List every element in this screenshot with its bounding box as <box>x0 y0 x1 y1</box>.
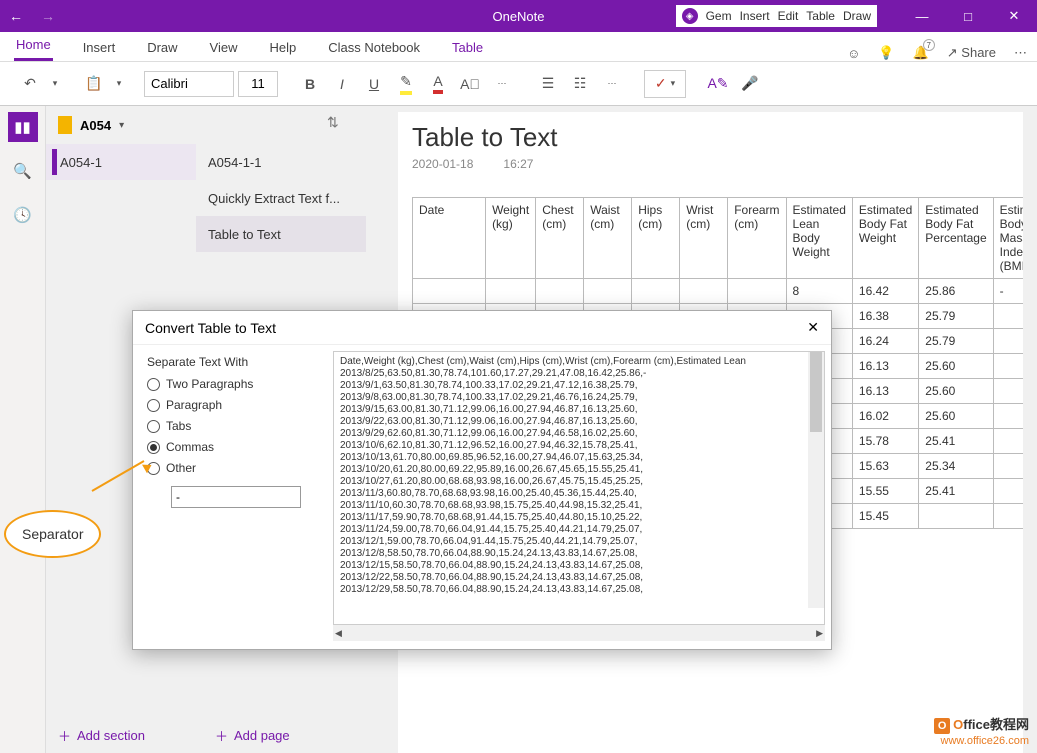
back-button[interactable]: ← <box>0 0 32 32</box>
recent-button[interactable]: 🕓 <box>8 200 38 230</box>
convert-table-dialog: Convert Table to Text ✕ Separate Text Wi… <box>132 310 832 650</box>
italic-button[interactable]: I <box>328 70 356 98</box>
close-button[interactable]: ✕ <box>991 0 1037 32</box>
title-bar: ← → OneNote ◈ Gem Insert Edit Table Draw… <box>0 0 1037 32</box>
more-font-button[interactable]: ⋯ <box>488 70 516 98</box>
minimize-button[interactable]: — <box>899 0 945 32</box>
sort-button[interactable]: ⇅ <box>327 114 339 131</box>
ribbon-tabs: Home Insert Draw View Help Class Noteboo… <box>0 32 1037 62</box>
dialog-title: Convert Table to Text <box>145 320 276 336</box>
radio-tabs[interactable]: Tabs <box>147 419 319 433</box>
other-separator-input[interactable] <box>171 486 301 508</box>
bold-button[interactable]: B <box>296 70 324 98</box>
tab-insert[interactable]: Insert <box>81 34 118 61</box>
page-item[interactable]: A054-1-1 <box>196 144 366 180</box>
scroll-left-icon[interactable]: ◀ <box>335 628 342 639</box>
chevron-down-icon: ▾ <box>119 120 124 131</box>
lightbulb-icon[interactable]: 💡 <box>878 45 894 61</box>
page-list: A054-1-1 Quickly Extract Text f... Table… <box>196 144 366 252</box>
tab-help[interactable]: Help <box>268 34 299 61</box>
notebook-title: A054 <box>80 118 111 133</box>
highlight-button[interactable]: ✎ <box>392 70 420 98</box>
preview-box: Date,Weight (kg),Chest (cm),Waist (cm),H… <box>333 351 825 625</box>
tab-class-notebook[interactable]: Class Notebook <box>326 34 422 61</box>
section-color-bar <box>52 149 57 175</box>
office-icon: O <box>934 718 950 734</box>
tab-draw[interactable]: Draw <box>145 34 179 61</box>
undo-button[interactable]: ↶ <box>16 70 44 98</box>
section-label: A054-1 <box>60 155 102 170</box>
page-meta: 2020-01-18 16:27 <box>412 157 1017 171</box>
vertical-scrollbar[interactable] <box>1023 106 1037 753</box>
gem-item[interactable]: Table <box>806 9 835 23</box>
tab-view[interactable]: View <box>208 34 240 61</box>
feedback-icon[interactable]: ☺ <box>847 46 860 61</box>
maximize-button[interactable]: □ <box>945 0 991 32</box>
scroll-right-icon[interactable]: ▶ <box>816 628 823 639</box>
font-selector[interactable]: Calibri <box>144 71 234 97</box>
gem-item[interactable]: Insert <box>740 9 770 23</box>
callout-annotation: Separator <box>4 510 101 558</box>
gem-item[interactable]: Draw <box>843 9 871 23</box>
clipboard-button[interactable]: 📋 <box>80 70 108 98</box>
section-list: A054-1 <box>46 144 196 180</box>
notification-button[interactable]: 🔔7 <box>913 45 929 61</box>
search-button[interactable]: 🔍 <box>8 156 38 186</box>
dictate-button[interactable]: 🎤 <box>736 70 764 98</box>
watermark: OOOffice教程网ffice教程网 www.office26.com <box>934 717 1029 749</box>
share-button[interactable]: ↗ Share <box>947 45 996 61</box>
dropdown-icon[interactable]: ▾ <box>48 70 62 98</box>
styles-button[interactable]: A✎ <box>704 70 732 98</box>
todo-tag-button[interactable]: ✓▾ <box>644 70 686 98</box>
radio-other[interactable]: Other <box>147 461 319 475</box>
forward-button[interactable]: → <box>32 0 64 32</box>
gem-item[interactable]: Gem <box>706 9 732 23</box>
page-date: 2020-01-18 <box>412 157 473 171</box>
page-title[interactable]: Table to Text <box>412 122 1017 153</box>
gem-toolbar: ◈ Gem Insert Edit Table Draw <box>676 5 877 27</box>
number-list-button[interactable]: ☷ <box>566 70 594 98</box>
notebook-icon <box>58 116 72 134</box>
dropdown-icon[interactable]: ▾ <box>112 70 126 98</box>
underline-button[interactable]: U <box>360 70 388 98</box>
dialog-close-button[interactable]: ✕ <box>807 319 819 336</box>
option-group-label: Separate Text With <box>147 355 319 369</box>
radio-two-paragraphs[interactable]: Two Paragraphs <box>147 377 319 391</box>
callout-text: Separator <box>4 510 101 558</box>
more-para-button[interactable]: ⋯ <box>598 70 626 98</box>
add-section-button[interactable]: ＋ Add section <box>58 726 145 745</box>
ribbon-toolbar: ↶ ▾ 📋 ▾ Calibri 11 B I U ✎ A A⃠ ⋯ ☰ ☷ ⋯ … <box>0 62 1037 106</box>
notebook-selector[interactable]: A054 ▾ <box>46 106 366 144</box>
left-rail: ▮▮ 🔍 🕓 <box>0 106 46 753</box>
navigation-button[interactable]: ▮▮ <box>8 112 38 142</box>
preview-vscroll[interactable] <box>808 352 824 608</box>
clear-format-button[interactable]: A⃠ <box>456 70 484 98</box>
page-item[interactable]: Table to Text <box>196 216 366 252</box>
section-item[interactable]: A054-1 <box>46 144 196 180</box>
tab-table[interactable]: Table <box>450 34 485 61</box>
tab-home[interactable]: Home <box>14 31 53 61</box>
gem-item[interactable]: Edit <box>778 9 799 23</box>
page-item[interactable]: Quickly Extract Text f... <box>196 180 366 216</box>
app-title: OneNote <box>492 9 544 24</box>
gem-icon: ◈ <box>682 8 698 24</box>
radio-commas[interactable]: Commas <box>147 440 319 454</box>
add-bar: ＋ Add section ＋ Add page <box>58 726 290 745</box>
page-time: 16:27 <box>503 157 533 171</box>
font-color-button[interactable]: A <box>424 70 452 98</box>
preview-hscroll[interactable]: ◀ ▶ <box>333 625 825 641</box>
font-size-selector[interactable]: 11 <box>238 71 278 97</box>
more-button[interactable]: ⋯ <box>1014 45 1027 61</box>
add-page-button[interactable]: ＋ Add page <box>215 726 290 745</box>
radio-paragraph[interactable]: Paragraph <box>147 398 319 412</box>
bullet-list-button[interactable]: ☰ <box>534 70 562 98</box>
